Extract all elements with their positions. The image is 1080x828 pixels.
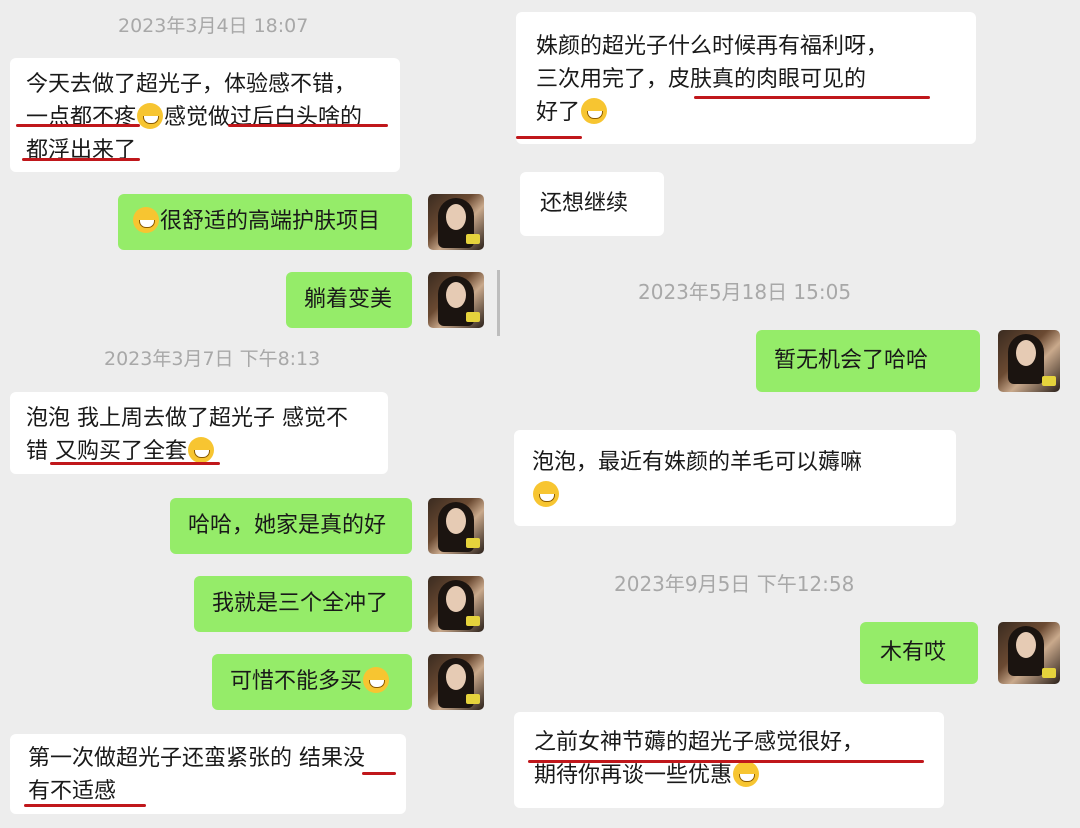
right-chat-panel: 姝颜的超光子什么时候再有福利呀， 三次用完了，皮肤真的肉眼可见的 好了 还想继续… [500, 0, 1080, 828]
message-bubble[interactable]: 还想继续 [520, 172, 664, 236]
message-bubble[interactable]: 我就是三个全冲了 [194, 576, 412, 632]
highlight-underline [362, 772, 396, 775]
message-text: 期待你再谈一些优惠 [534, 763, 733, 788]
message-text: 之前女神节薅的超光子感觉很好， [534, 730, 865, 755]
message-bubble[interactable]: 泡泡 我上周去做了超光子 感觉不 错 又购买了全套 [10, 392, 388, 474]
grin-emoji-icon [733, 761, 760, 787]
message-text: 暂无机会了哈哈 [774, 348, 929, 373]
highlight-underline [50, 462, 220, 465]
avatar[interactable] [428, 272, 484, 328]
timestamp: 2023年3月4日 18:07 [118, 15, 309, 37]
highlight-underline [24, 804, 146, 807]
message-text: 还想继续 [540, 191, 629, 216]
message-text: 第一次做超光子还蛮紧张的 结果没 [28, 746, 365, 771]
message-text: 都浮出来了 [26, 138, 137, 163]
message-bubble[interactable]: 可惜不能多买 [212, 654, 412, 710]
avatar[interactable] [428, 654, 484, 710]
timestamp: 2023年3月7日 下午8:13 [104, 348, 321, 370]
message-text: 三次用完了，皮肤真的肉眼可见的 [536, 67, 867, 92]
laughing-tears-emoji-icon [363, 667, 390, 693]
avatar[interactable] [428, 194, 484, 250]
message-bubble[interactable]: 木有哎 [860, 622, 978, 684]
highlight-underline [22, 158, 140, 161]
message-text: 躺着变美 [304, 287, 393, 312]
message-bubble[interactable]: 今天去做了超光子，体验感不错， 一点都不疼 感觉做过后白头啥的 都浮出来了 [10, 58, 400, 172]
message-text: 好了 [536, 100, 581, 125]
message-text: 泡泡，最近有姝颜的羊毛可以薅嘛 [532, 450, 863, 475]
message-bubble[interactable]: 第一次做超光子还蛮紧张的 结果没 有不适感 [10, 734, 406, 814]
message-text: 可惜不能多买 [230, 669, 363, 694]
surprised-emoji-icon [581, 98, 608, 124]
avatar[interactable] [998, 622, 1060, 684]
grin-emoji-icon [533, 481, 559, 507]
message-text: 木有哎 [880, 640, 947, 665]
message-text: 我就是三个全冲了 [212, 591, 389, 616]
highlight-underline [694, 96, 930, 99]
message-text: 姝颜的超光子什么时候再有福利呀， [536, 34, 889, 59]
highlight-underline [228, 124, 388, 127]
message-text: 泡泡 我上周去做了超光子 感觉不 [26, 406, 348, 431]
message-bubble[interactable]: 哈哈，她家是真的好 [170, 498, 412, 554]
message-bubble[interactable]: 很舒适的高端护肤项目 [118, 194, 412, 250]
message-bubble[interactable]: 躺着变美 [286, 272, 412, 328]
grin-emoji-icon [188, 437, 214, 463]
highlight-underline [528, 760, 924, 763]
thinking-emoji-icon [133, 207, 159, 233]
highlight-underline [16, 124, 140, 127]
timestamp: 2023年9月5日 下午12:58 [614, 572, 855, 596]
highlight-underline [516, 136, 582, 139]
avatar[interactable] [428, 498, 484, 554]
timestamp: 2023年5月18日 15:05 [638, 280, 852, 304]
avatar[interactable] [428, 576, 484, 632]
left-chat-panel: 2023年3月4日 18:07 今天去做了超光子，体验感不错， 一点都不疼 感觉做… [0, 0, 497, 828]
message-bubble[interactable]: 泡泡，最近有姝颜的羊毛可以薅嘛 [514, 430, 956, 526]
message-bubble[interactable]: 暂无机会了哈哈 [756, 330, 980, 392]
avatar[interactable] [998, 330, 1060, 392]
message-text: 错 又购买了全套 [26, 439, 187, 464]
grin-emoji-icon [137, 103, 164, 129]
message-text: 今天去做了超光子，体验感不错， [26, 72, 357, 97]
message-bubble[interactable]: 姝颜的超光子什么时候再有福利呀， 三次用完了，皮肤真的肉眼可见的 好了 [516, 12, 976, 144]
message-text: 很舒适的高端护肤项目 [160, 209, 381, 234]
message-text: 哈哈，她家是真的好 [188, 513, 387, 538]
message-bubble[interactable]: 之前女神节薅的超光子感觉很好， 期待你再谈一些优惠 [514, 712, 944, 808]
